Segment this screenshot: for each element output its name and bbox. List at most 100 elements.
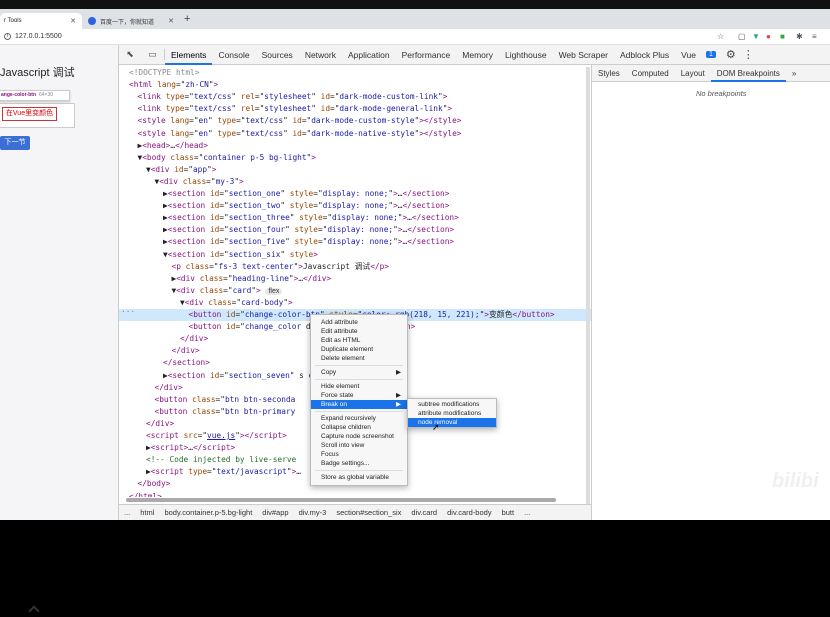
tab-elements[interactable]: Elements	[165, 45, 213, 65]
breadcrumb-item[interactable]: ...	[119, 508, 135, 517]
selected-node-ellipsis-icon[interactable]: ···	[121, 307, 135, 316]
gear-icon[interactable]: ⚙	[726, 48, 736, 61]
menu-item-collapse-children[interactable]: Collapse children	[311, 423, 407, 432]
scraper-icon[interactable]: ■	[780, 32, 785, 41]
breadcrumb-item[interactable]: html	[135, 508, 159, 517]
puzzle-icon[interactable]: ✱	[796, 32, 803, 41]
dom-node-line[interactable]: ▼<body class="container p-5 bg-light">	[119, 152, 591, 164]
baidu-favicon-icon	[88, 17, 96, 25]
breadcrumb-item[interactable]: body.container.p-5.bg-light	[159, 508, 257, 517]
menu-item-add-attribute[interactable]: Add attribute	[311, 318, 407, 327]
dom-node-line[interactable]: ▶<section id="section_two" style="displa…	[119, 200, 591, 212]
breadcrumb-item[interactable]: ...	[519, 508, 535, 517]
vue-devtools-icon[interactable]: ▼	[752, 32, 760, 41]
adblock-icon[interactable]: ●	[766, 32, 771, 41]
breadcrumb-item[interactable]: div.card-body	[442, 508, 496, 517]
dom-node-line[interactable]: ▶<section id="section_three" style="disp…	[119, 212, 591, 224]
devtools-toolbar: ⬉ ▭ Elements Console Sources Network Applica…	[119, 45, 830, 65]
dom-node-line[interactable]: </html>	[119, 491, 591, 498]
sidebar-tab-styles[interactable]: Styles	[592, 65, 626, 82]
horizontal-scrollbar[interactable]	[126, 498, 556, 502]
dom-node-line[interactable]: ▶<head>…</head>	[119, 140, 591, 152]
device-toolbar-icon[interactable]: ▭	[148, 49, 157, 60]
tab-network[interactable]: Network	[299, 45, 342, 65]
tab-application[interactable]: Application	[342, 45, 396, 65]
tab-vue[interactable]: Vue	[675, 45, 702, 65]
menu-item-break-on[interactable]: Break on ▶	[311, 400, 407, 409]
dom-node-line[interactable]: <style lang="en" type="text/css" id="dar…	[119, 128, 591, 140]
sidebar-tab--[interactable]: »	[786, 65, 802, 82]
menu-item-edit-attribute[interactable]: Edit attribute	[311, 327, 407, 336]
dom-node-line[interactable]: <!DOCTYPE html>	[119, 67, 591, 79]
devtools-panel: ⬉ ▭ Elements Console Sources Network Applica…	[118, 45, 830, 520]
close-icon[interactable]: ✕	[168, 17, 174, 25]
menu-item-delete-element[interactable]: Delete element	[311, 354, 407, 363]
new-tab-icon[interactable]: +	[184, 13, 190, 25]
browser-tab-baidu[interactable]: 百度一下，你就知道 ✕	[84, 13, 180, 29]
tab-performance[interactable]: Performance	[396, 45, 457, 65]
dom-node-line[interactable]: <link type="text/css" rel="stylesheet" i…	[119, 91, 591, 103]
menu-item-store-as-global-variable[interactable]: Store as global variable	[311, 473, 407, 482]
menu-item-capture-node-screenshot[interactable]: Capture node screenshot	[311, 432, 407, 441]
sidebar-tab-dom-breakpoints[interactable]: DOM Breakpoints	[710, 65, 786, 82]
no-breakpoints-text: No breakpoints	[696, 89, 747, 98]
menu-item-force-state[interactable]: Force state ▶	[311, 391, 407, 400]
dom-node-line[interactable]: ▼<div class="card"> flex	[119, 285, 591, 297]
dom-node-line[interactable]: <style lang="en" type="text/css" id="dar…	[119, 115, 591, 127]
address-bar[interactable]: i 127.0.0.1:5500 ☆ ▢ ▼ ● ■ ✱ ≡	[0, 29, 830, 45]
tab-console[interactable]: Console	[212, 45, 255, 65]
breadcrumb-item[interactable]: div#app	[257, 508, 293, 517]
tab-title: r Tools	[4, 18, 22, 24]
close-icon[interactable]: ✕	[70, 17, 76, 25]
extension-icon[interactable]: ▢	[738, 32, 746, 41]
submenu-item-attribute-modifications[interactable]: attribute modifications	[408, 409, 496, 418]
sidebar-pane: Styles Computed Layout DOM Breakpoints» No …	[592, 65, 830, 520]
context-menu: Add attribute Edit attribute Edit as HTML D…	[310, 314, 408, 486]
menu-item-duplicate-element[interactable]: Duplicate element	[311, 345, 407, 354]
dom-node-line[interactable]: ▶<section id="section_one" style="displa…	[119, 188, 591, 200]
issues-badge[interactable]: 1	[705, 51, 716, 58]
dom-node-line[interactable]: ▶<div class="heading-line">…</div>	[119, 273, 591, 285]
tab-lighthouse[interactable]: Lighthouse	[499, 45, 553, 65]
menu-item-label: Capture node screenshot	[321, 433, 394, 440]
change-color-button[interactable]: 在Vue里变颜色	[2, 107, 57, 121]
dom-node-line[interactable]: <link type="text/css" rel="stylesheet" i…	[119, 103, 591, 115]
browser-tab-devtools[interactable]: r Tools ✕	[0, 13, 82, 29]
tab-web-scraper[interactable]: Web Scraper	[553, 45, 614, 65]
info-icon[interactable]: i	[4, 33, 11, 40]
menu-item-edit-as-html[interactable]: Edit as HTML	[311, 336, 407, 345]
dom-node-line[interactable]: <p class="fs-3 text-center">Javascript 调…	[119, 261, 591, 273]
breadcrumb-item[interactable]: butt	[497, 508, 520, 517]
menu-item-copy[interactable]: Copy ▶	[311, 368, 407, 377]
dom-node-line[interactable]: ▼<div id="app">	[119, 164, 591, 176]
breadcrumb-item[interactable]: div.card	[406, 508, 442, 517]
tab-adblock-plus[interactable]: Adblock Plus	[614, 45, 675, 65]
menu-item-badge-settings-[interactable]: Badge settings...	[311, 459, 407, 468]
dom-node-line[interactable]: ▼<div class="card-body">	[119, 297, 591, 309]
dom-node-line[interactable]: ▶<section id="section_five" style="displ…	[119, 236, 591, 248]
sidebar-tab-computed[interactable]: Computed	[626, 65, 675, 82]
star-icon[interactable]: ☆	[717, 32, 724, 41]
url-text[interactable]: 127.0.0.1:5500	[15, 33, 62, 40]
menu-item-label: Hide element	[321, 383, 360, 390]
menu-icon[interactable]: ≡	[812, 32, 817, 41]
menu-item-focus[interactable]: Focus	[311, 450, 407, 459]
sidebar-tab-layout[interactable]: Layout	[675, 65, 711, 82]
tab-memory[interactable]: Memory	[456, 45, 499, 65]
inspect-element-icon[interactable]: ⬉	[126, 49, 134, 60]
menu-item-hide-element[interactable]: Hide element	[311, 382, 407, 391]
dom-node-line[interactable]: ▶<section id="section_four" style="displ…	[119, 224, 591, 236]
tab-sources[interactable]: Sources	[256, 45, 299, 65]
more-options-icon[interactable]: ⋮	[743, 48, 754, 61]
menu-item-expand-recursively[interactable]: Expand recursively	[311, 414, 407, 423]
submenu-item-subtree-modifications[interactable]: subtree modifications	[408, 400, 496, 409]
submenu-item-node-removal[interactable]: node removal	[408, 418, 496, 427]
dom-node-line[interactable]: ▼<div class="my-3">	[119, 176, 591, 188]
breadcrumb-item[interactable]: section#section_six	[331, 508, 406, 517]
dom-node-line[interactable]: ▼<section id="section_six" style>	[119, 249, 591, 261]
menu-item-scroll-into-view[interactable]: Scroll into view	[311, 441, 407, 450]
breadcrumb-item[interactable]: div.my-3	[294, 508, 332, 517]
dom-node-line[interactable]: <html lang="zh-CN">	[119, 79, 591, 91]
next-section-button[interactable]: 下一节	[0, 136, 30, 150]
vertical-scrollbar[interactable]	[586, 67, 590, 507]
